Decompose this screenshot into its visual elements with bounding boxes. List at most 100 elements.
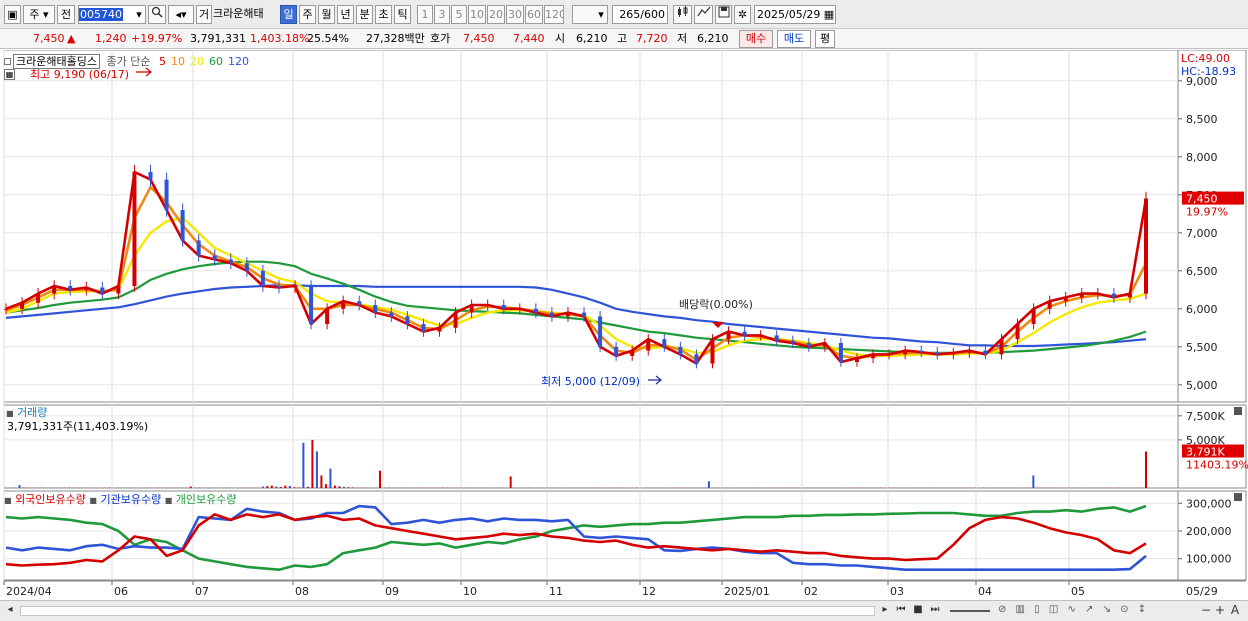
count-input[interactable]: 265/600 <box>612 5 668 24</box>
x-tick-label: 05 <box>1071 585 1085 598</box>
minute-step-button[interactable]: 60 <box>525 5 543 24</box>
low-note: 최저 5,000 (12/09) <box>541 375 641 388</box>
step-dropdown[interactable]: ▾ <box>572 5 608 24</box>
volume-bar <box>261 486 264 488</box>
volume-bar <box>189 486 192 488</box>
volume-bar <box>1145 451 1147 488</box>
ma-legend-item: 10 <box>170 55 185 68</box>
line-chart-icon[interactable] <box>694 5 713 24</box>
last-icon[interactable]: ⏭ <box>928 604 942 615</box>
candle-body <box>276 286 281 288</box>
candle-body <box>405 316 410 324</box>
first-icon[interactable]: ⏮ <box>894 604 908 615</box>
gear-icon[interactable]: ✲ <box>734 5 751 24</box>
trade-button[interactable]: 거 <box>196 5 212 24</box>
mode-label: 주 <box>29 8 40 21</box>
candle-body <box>68 286 73 290</box>
minute-step-button[interactable]: 1 <box>417 5 433 24</box>
high-value: 7,720 <box>636 32 668 45</box>
chart-area[interactable]: 2024/04 06 07 08 09 10 11 12 2025/01 02 03 04 05 05/2… <box>0 50 1248 601</box>
speaker-icon[interactable]: ◂▾ <box>168 5 194 24</box>
eval-button[interactable]: 평 <box>815 30 835 48</box>
volume-bar <box>266 486 269 488</box>
date-input[interactable]: 2025/05/29 ▦ <box>754 5 836 24</box>
minute-step-button[interactable]: 3 <box>434 5 450 24</box>
panel-handle-icon[interactable]: ■ <box>89 496 97 505</box>
candle-body <box>1144 198 1148 294</box>
period-tab[interactable]: 월 <box>318 5 335 24</box>
mode-dropdown[interactable]: 주 ▾ <box>23 5 55 24</box>
scroll-left-icon[interactable]: ◂ <box>4 604 16 615</box>
volume-bar <box>306 486 309 488</box>
minute-step-button[interactable]: 10 <box>468 5 486 24</box>
minute-step-button[interactable]: 20 <box>487 5 505 24</box>
y-tick-label: 200,000 <box>1186 525 1232 538</box>
step-dropdown-icon: ▾ <box>598 8 604 21</box>
scrollbar[interactable] <box>20 606 875 616</box>
panel-handle-icon[interactable]: ■ <box>165 496 173 505</box>
panel-handle-icon[interactable]: ■ <box>6 409 14 418</box>
candle-body <box>260 270 265 286</box>
settings-icon[interactable]: ▦ <box>4 67 15 80</box>
search-icon[interactable] <box>148 5 166 24</box>
period-tab[interactable]: 초 <box>375 5 392 24</box>
code-dropdown-icon[interactable]: ▾ <box>133 6 145 23</box>
volume-bar <box>302 442 305 488</box>
y-tick-label: 7,000 <box>1186 227 1218 240</box>
x-tick-label: 07 <box>195 585 209 598</box>
last-price-text: 7,450 <box>1186 193 1218 206</box>
candle-body <box>228 259 233 264</box>
code-input[interactable]: 005740 ▾ <box>78 5 146 24</box>
candle-body <box>437 327 442 332</box>
calendar-icon[interactable]: ▦ <box>823 6 835 23</box>
period-tab[interactable]: 년 <box>337 5 354 24</box>
panel-handle-icon[interactable]: ■ <box>4 496 12 505</box>
save-icon[interactable] <box>715 5 732 24</box>
volume-bar <box>270 485 273 488</box>
zoom-slider[interactable] <box>950 610 990 612</box>
minute-step-button[interactable]: 120 <box>544 5 564 24</box>
last-pct-text: 19.97% <box>1186 206 1228 219</box>
zoom-in-icon[interactable]: + <box>1214 603 1226 617</box>
minute-step-button[interactable]: 30 <box>506 5 524 24</box>
x-tick-label: 11 <box>549 585 563 598</box>
scroll-right-icon[interactable]: ▸ <box>879 604 891 615</box>
sell-button[interactable]: 매도 <box>777 30 811 48</box>
period-tab[interactable]: 일 <box>280 5 297 24</box>
window-icon[interactable]: ▣ <box>4 5 21 24</box>
panel-close-icon[interactable] <box>1234 407 1242 415</box>
period-tab[interactable]: 분 <box>356 5 373 24</box>
stop-icon[interactable]: ■ <box>911 604 925 615</box>
period-tab[interactable]: 틱 <box>394 5 411 24</box>
x-tick-label: 08 <box>295 585 309 598</box>
stock-chart[interactable]: 2024/04 06 07 08 09 10 11 12 2025/01 02 03 04 05 05/2… <box>0 50 1248 601</box>
drawing-tools[interactable]: ⊘ ▥ ▯ ◫ ∿ ↗ ↘ ⊙ ↕ <box>998 604 1198 615</box>
low-value: 6,210 <box>697 32 729 45</box>
candle-body <box>469 305 474 313</box>
candle-body <box>742 331 747 336</box>
buy-button[interactable]: 매수 <box>739 30 773 48</box>
panel-close-icon[interactable] <box>1234 493 1242 501</box>
prev-button[interactable]: 전 <box>57 5 75 24</box>
candle-body <box>244 263 249 271</box>
panel-handle-icon[interactable] <box>4 58 11 65</box>
y-tick-label: 6,500 <box>1186 265 1218 278</box>
volume-bar <box>347 487 350 488</box>
candle-icon[interactable] <box>673 5 692 24</box>
volume-last-text: 3,791K <box>1186 446 1225 459</box>
x-tick-label: 06 <box>114 585 128 598</box>
ma-legend-item: 5 <box>158 55 166 68</box>
hc-label: HC:-18.93 <box>1181 65 1237 78</box>
period-tab[interactable]: 주 <box>299 5 316 24</box>
zoom-out-icon[interactable]: − <box>1200 603 1212 617</box>
minute-step-button[interactable]: 5 <box>451 5 467 24</box>
candle-body <box>501 305 506 309</box>
lc-label: LC:49.00 <box>1181 52 1231 65</box>
text-icon[interactable]: A <box>1229 603 1241 617</box>
candle-body <box>630 350 635 356</box>
candle-body <box>694 354 699 364</box>
volume-bar <box>342 486 345 488</box>
candle-body <box>854 358 859 362</box>
y-tick-label: 8,000 <box>1186 151 1218 164</box>
candle-body <box>36 293 41 303</box>
